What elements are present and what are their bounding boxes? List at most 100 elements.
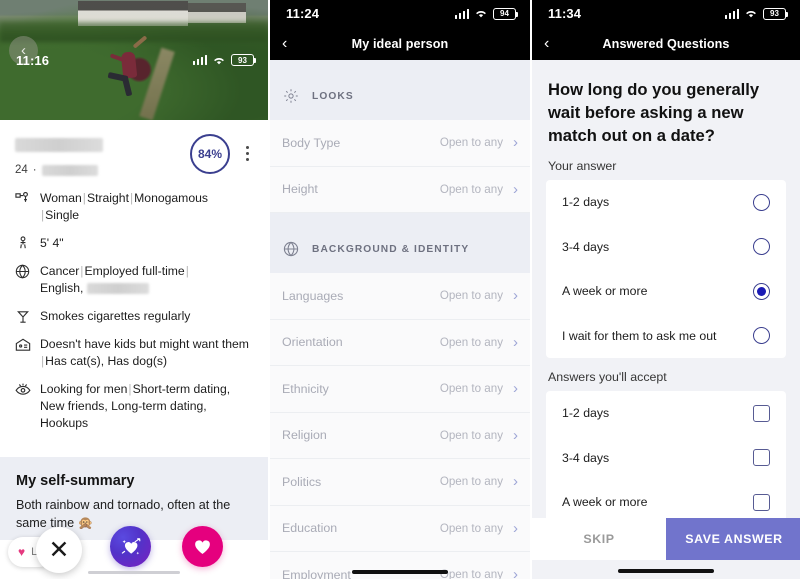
answer-label: I wait for them to ask me out bbox=[562, 328, 717, 343]
pass-button[interactable]: ✕ bbox=[36, 527, 82, 573]
battery-level: 93 bbox=[770, 9, 779, 18]
section-header-looks: LOOKS bbox=[270, 72, 530, 120]
pref-label: Languages bbox=[282, 288, 344, 303]
chevron-right-icon: › bbox=[513, 180, 518, 198]
fact-part: Doesn't have kids but might want them bbox=[40, 337, 249, 351]
answer-label: A week or more bbox=[562, 284, 648, 299]
fact-part: Cancer bbox=[40, 264, 80, 278]
dot-separator: · bbox=[32, 164, 37, 176]
fact-part: Single bbox=[45, 208, 80, 222]
section-gap bbox=[270, 60, 530, 72]
pref-label: Politics bbox=[282, 474, 322, 489]
radio-button-selected[interactable] bbox=[753, 282, 770, 300]
back-button[interactable]: ‹ bbox=[282, 35, 287, 52]
fact-part: Employed full-time bbox=[84, 264, 185, 278]
save-answer-button[interactable]: SAVE ANSWER bbox=[666, 518, 800, 560]
question-text: How long do you generally wait before as… bbox=[548, 80, 760, 145]
accept-label: 3-4 days bbox=[562, 450, 610, 465]
home-indicator bbox=[618, 569, 714, 573]
status-icons: 93 bbox=[192, 54, 256, 66]
accept-label: A week or more bbox=[562, 495, 648, 510]
answer-option-row[interactable]: 3-4 days bbox=[546, 225, 786, 270]
pref-value: Open to any bbox=[439, 335, 503, 349]
pref-row-politics[interactable]: Politics Open to any › bbox=[270, 459, 530, 506]
profile-age: 24 bbox=[15, 164, 28, 176]
eye-icon bbox=[14, 381, 31, 396]
fact-part: Woman bbox=[40, 191, 82, 205]
match-percent-badge[interactable]: 84% bbox=[190, 134, 230, 174]
globe-icon bbox=[14, 263, 31, 279]
back-button[interactable]: ‹ bbox=[544, 35, 549, 52]
sparkle-sun-icon bbox=[282, 88, 300, 104]
chevron-right-icon: › bbox=[513, 566, 518, 579]
checkbox[interactable] bbox=[753, 404, 770, 422]
question-body: How long do you generally wait before as… bbox=[532, 60, 800, 579]
chevron-right-icon: › bbox=[513, 333, 518, 351]
battery-icon: 94 bbox=[493, 7, 518, 20]
height-icon bbox=[14, 235, 31, 251]
cocktail-icon bbox=[14, 308, 31, 324]
pref-row-religion[interactable]: Religion Open to any › bbox=[270, 412, 530, 459]
answer-option-row[interactable]: A week or more bbox=[546, 269, 786, 314]
nav-title: Answered Questions bbox=[602, 36, 730, 51]
answer-option-row[interactable]: I wait for them to ask me out bbox=[546, 314, 786, 359]
fact-part: Straight bbox=[86, 191, 129, 205]
pref-value: Open to any bbox=[439, 568, 503, 579]
fact-text: Smokes cigarettes regularly bbox=[40, 309, 191, 323]
radio-button[interactable] bbox=[753, 238, 770, 256]
gender-identity-icon bbox=[14, 190, 31, 206]
checkbox[interactable] bbox=[753, 493, 770, 511]
status-time: 11:24 bbox=[286, 6, 320, 21]
pref-row-height[interactable]: Height Open to any › bbox=[270, 166, 530, 213]
checkbox[interactable] bbox=[753, 449, 770, 467]
fact-row: 5' 4" bbox=[14, 235, 256, 252]
radio-button[interactable] bbox=[753, 193, 770, 211]
accept-option-row[interactable]: 3-4 days bbox=[546, 436, 786, 481]
preferences-list[interactable]: LOOKS Body Type Open to any › Height Ope… bbox=[270, 60, 530, 579]
battery-level: 93 bbox=[238, 55, 247, 65]
language-redacted bbox=[86, 283, 149, 295]
accept-option-row[interactable]: 1-2 days bbox=[546, 391, 786, 436]
ideal-person-screen: 11:24 94 ‹ My ideal person LOOKS Body Ty… bbox=[268, 0, 530, 579]
status-icons: 94 bbox=[454, 7, 518, 20]
pref-value: Open to any bbox=[439, 136, 503, 150]
like-button[interactable] bbox=[182, 526, 223, 567]
your-answer-card: 1-2 days 3-4 days A week or more I wait … bbox=[546, 180, 786, 358]
fact-row: Woman|Straight|Monogamous |Single bbox=[14, 190, 256, 224]
accept-answers-label: Answers you'll accept bbox=[548, 370, 667, 384]
pref-row-employment[interactable]: Employment Open to any › bbox=[270, 552, 530, 579]
pref-row-orientation[interactable]: Orientation Open to any › bbox=[270, 319, 530, 366]
superlike-button[interactable] bbox=[110, 526, 151, 567]
fact-text: Doesn't have kids but might want them |Ha… bbox=[40, 337, 249, 368]
radio-button[interactable] bbox=[753, 327, 770, 345]
close-x-icon: ✕ bbox=[48, 536, 70, 564]
pref-row-education[interactable]: Education Open to any › bbox=[270, 505, 530, 552]
family-home-icon bbox=[14, 336, 31, 352]
pref-row-languages[interactable]: Languages Open to any › bbox=[270, 273, 530, 320]
nav-title: My ideal person bbox=[351, 36, 449, 51]
fact-part: English, bbox=[40, 281, 84, 295]
skip-button[interactable]: SKIP bbox=[532, 518, 666, 560]
pref-label: Orientation bbox=[282, 335, 343, 350]
signal-icon bbox=[192, 55, 207, 65]
profile-screen: 11:16 93 ‹ 24 · 84% Woman|Straight|Monog… bbox=[0, 0, 268, 579]
profile-age-location: 24 · bbox=[15, 164, 190, 176]
heart-icon bbox=[195, 540, 210, 554]
chevron-right-icon: › bbox=[513, 519, 518, 537]
pref-label: Education bbox=[282, 521, 338, 536]
fact-part: Looking for men bbox=[40, 382, 128, 396]
fact-part: Has cat(s), Has dog(s) bbox=[45, 354, 168, 368]
globe-icon bbox=[282, 241, 300, 257]
wifi-icon bbox=[212, 55, 226, 66]
pref-row-ethnicity[interactable]: Ethnicity Open to any › bbox=[270, 366, 530, 413]
fact-text: Looking for men|Short-term dating, New f… bbox=[40, 382, 231, 430]
status-bar-profile: 11:16 93 bbox=[0, 0, 268, 120]
kebab-menu-icon[interactable] bbox=[239, 134, 255, 161]
signal-icon bbox=[724, 8, 739, 19]
answer-option-row[interactable]: 1-2 days bbox=[546, 180, 786, 225]
pref-value: Open to any bbox=[439, 382, 503, 396]
pref-value: Open to any bbox=[439, 475, 503, 489]
profile-location-redacted bbox=[41, 164, 98, 176]
fact-row: Cancer|Employed full-time| English, bbox=[14, 263, 256, 297]
pref-row-body-type[interactable]: Body Type Open to any › bbox=[270, 120, 530, 167]
